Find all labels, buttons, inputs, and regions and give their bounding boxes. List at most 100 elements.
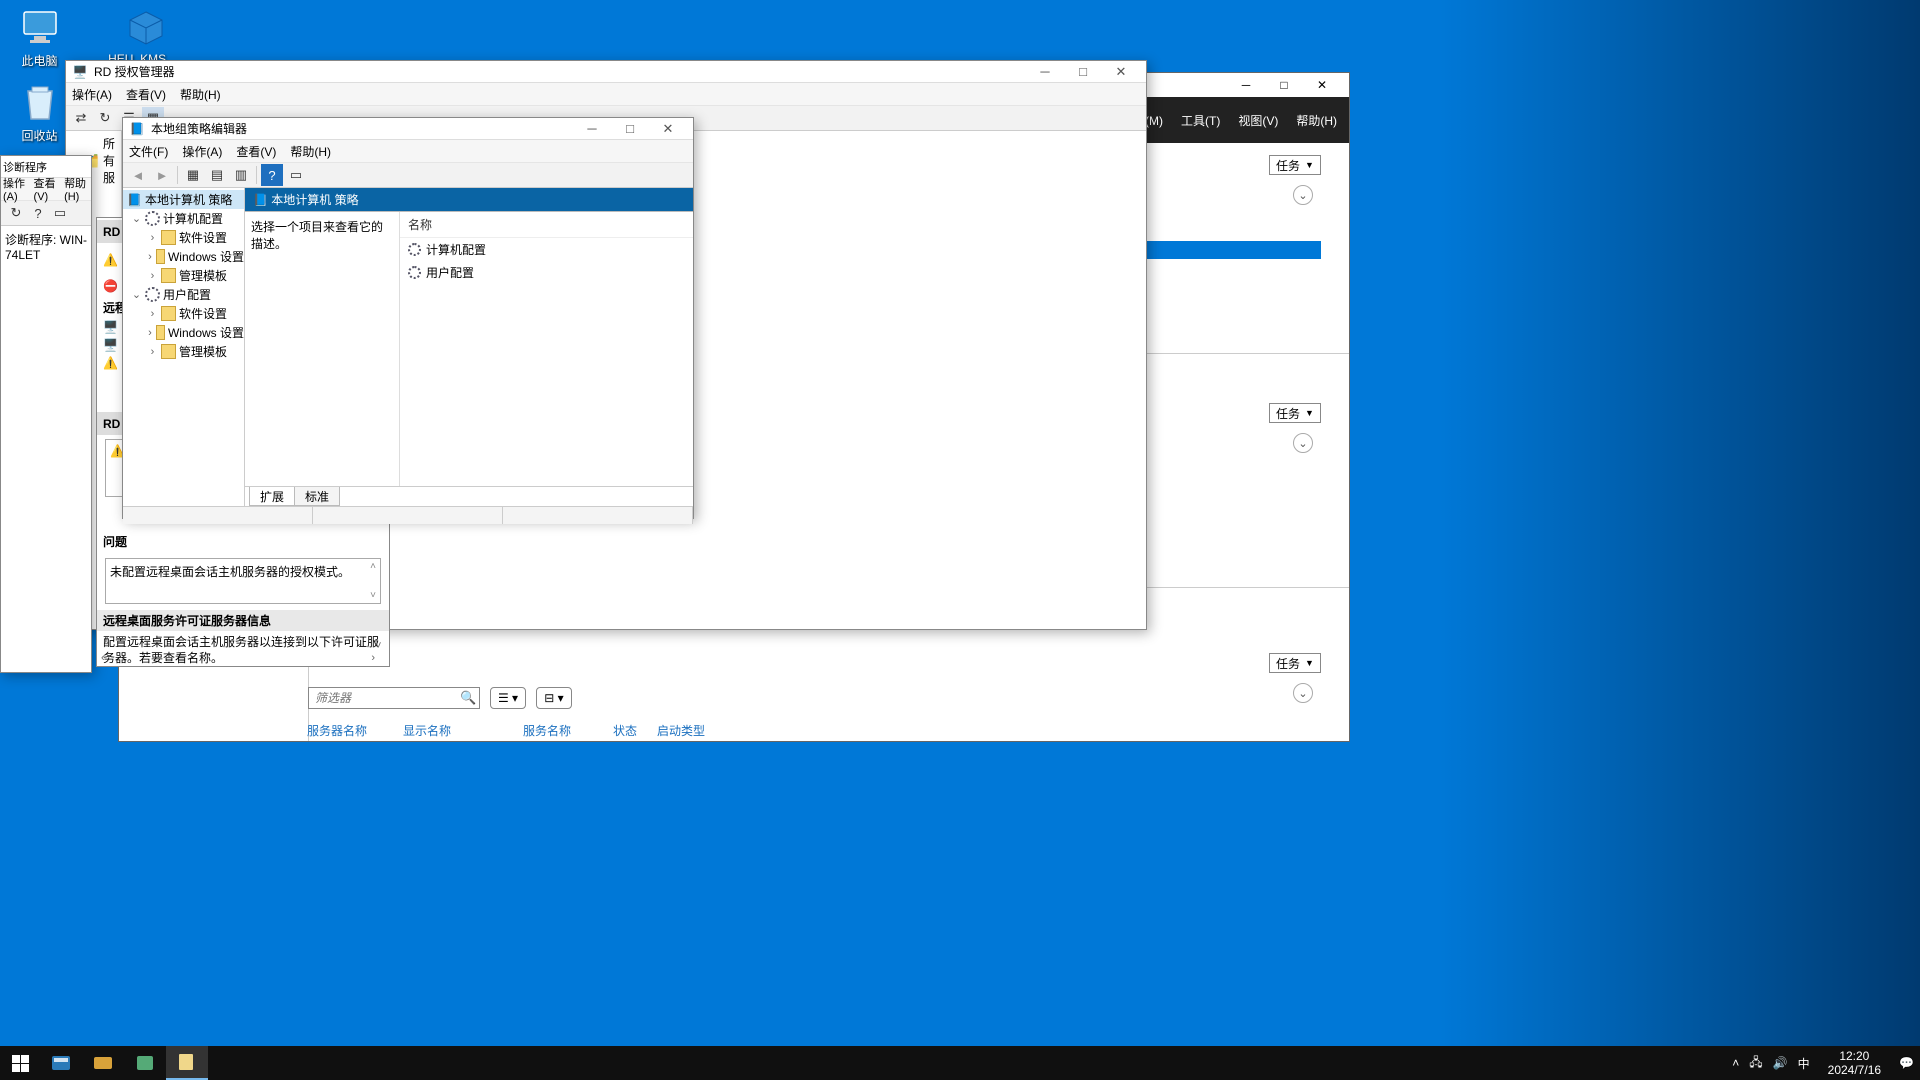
maximize-button[interactable]: □	[611, 118, 649, 140]
menu-help[interactable]: 帮助(H)	[64, 175, 89, 203]
filter-options-button[interactable]: ☰ ▾	[490, 687, 526, 709]
policy-tree[interactable]: 📘本地计算机 策略 ⌄计算机配置 ›软件设置 ›Windows 设置 ›管理模板…	[123, 188, 245, 506]
close-button[interactable]: ✕	[1102, 61, 1140, 83]
collapse-toggle[interactable]: ⌄	[1293, 185, 1313, 205]
minimize-button[interactable]: ─	[1026, 61, 1064, 83]
menu-view[interactable]: 查看(V)	[126, 86, 166, 103]
tool-window-icon[interactable]: ▭	[49, 202, 71, 224]
tool-properties-icon[interactable]: ▤	[206, 164, 228, 186]
tool-filter-icon[interactable]: ▭	[285, 164, 307, 186]
network-icon[interactable]: 🖧	[1749, 1053, 1762, 1074]
menu-help[interactable]: 帮助(H)	[180, 86, 221, 103]
expand-icon[interactable]: ›	[147, 327, 153, 339]
tree-software-settings[interactable]: ›软件设置	[123, 228, 244, 247]
collapse-toggle[interactable]: ⌄	[1293, 683, 1313, 703]
menu-view[interactable]: 查看(V)	[236, 143, 276, 160]
tree-root[interactable]: 📘本地计算机 策略	[123, 190, 244, 209]
tree-user-config[interactable]: ⌄用户配置	[123, 285, 244, 304]
menu-view[interactable]: 视图(V)	[1238, 112, 1278, 129]
tool-export-icon[interactable]: ▥	[230, 164, 252, 186]
tool-connect-icon[interactable]: ⇄	[70, 107, 92, 129]
collapse-toggle[interactable]: ⌄	[1293, 433, 1313, 453]
column-status[interactable]: 状态	[613, 722, 637, 739]
menu-action[interactable]: 操作(A)	[182, 143, 222, 160]
titlebar[interactable]: 🖥️ RD 授权管理器 ─ □ ✕	[66, 61, 1146, 83]
collapse-icon[interactable]: ⌄	[131, 288, 142, 301]
titlebar[interactable]: 📘 本地组策略编辑器 ─ □ ✕	[123, 118, 693, 140]
column-server-name[interactable]: 服务器名称	[307, 722, 367, 739]
column-display-name[interactable]: 显示名称	[403, 722, 451, 739]
menu-action[interactable]: 操作(A)	[72, 86, 112, 103]
server-icon: 🖥️	[103, 338, 118, 352]
taskbar-app-gpedit[interactable]	[166, 1046, 208, 1080]
minimize-button[interactable]: ─	[573, 118, 611, 140]
tree-windows-settings[interactable]: ›Windows 设置	[123, 323, 244, 342]
taskbar-app-diagnostic[interactable]	[124, 1046, 166, 1080]
menu-view[interactable]: 查看(V)	[34, 175, 59, 203]
taskbar-app-server-manager[interactable]	[40, 1046, 82, 1080]
tool-help-icon[interactable]: ?	[27, 202, 49, 224]
column-name[interactable]: 名称	[400, 212, 693, 238]
tab-standard[interactable]: 标准	[294, 487, 340, 506]
toolbar: ↻ ? ▭	[1, 200, 91, 226]
menubar: 文件(F) 操作(A) 查看(V) 帮助(H)	[123, 140, 693, 162]
desktop-icon-heu-kms[interactable]: HEU_KMS_...	[108, 8, 183, 66]
tree-computer-config[interactable]: ⌄计算机配置	[123, 209, 244, 228]
gear-icon	[408, 266, 421, 279]
gear-icon	[408, 243, 421, 256]
filter-input[interactable]	[308, 687, 480, 709]
menu-tools[interactable]: 工具(T)	[1181, 112, 1220, 129]
policy-icon: 📘	[253, 193, 268, 207]
maximize-button[interactable]: □	[1064, 61, 1102, 83]
start-button[interactable]	[0, 1046, 40, 1080]
maximize-button[interactable]: □	[1265, 74, 1303, 96]
tab-extended[interactable]: 扩展	[249, 487, 295, 506]
tree-admin-templates[interactable]: ›管理模板	[123, 266, 244, 285]
volume-icon[interactable]: 🔊	[1773, 1056, 1788, 1070]
ime-indicator[interactable]: 中	[1798, 1055, 1810, 1072]
column-service-name[interactable]: 服务名称	[523, 722, 571, 739]
forward-button[interactable]: ►	[151, 164, 173, 186]
items-list[interactable]: 名称 计算机配置 用户配置	[400, 212, 693, 486]
caret-down-icon: ▼	[1305, 160, 1314, 170]
expand-icon[interactable]: ›	[147, 251, 153, 263]
notifications-icon[interactable]: 💬	[1899, 1056, 1914, 1070]
tray-overflow-icon[interactable]: ˄	[1732, 1056, 1739, 1070]
help-icon[interactable]: ?	[261, 164, 283, 186]
column-start-type[interactable]: 启动类型	[657, 722, 705, 739]
filter-tag-button[interactable]: ⊟ ▾	[536, 687, 572, 709]
collapse-icon[interactable]: ⌄	[131, 212, 142, 225]
expand-icon[interactable]: ›	[147, 270, 158, 282]
expand-icon[interactable]: ›	[147, 308, 158, 320]
tree-software-settings[interactable]: ›软件设置	[123, 304, 244, 323]
menu-help[interactable]: 帮助(H)	[290, 143, 331, 160]
expand-icon[interactable]: ›	[147, 232, 158, 244]
tool-refresh-icon[interactable]: ↻	[5, 202, 27, 224]
list-item-computer-config[interactable]: 计算机配置	[400, 238, 693, 261]
list-item-user-config[interactable]: 用户配置	[400, 261, 693, 284]
tool-details-icon[interactable]: ▦	[182, 164, 204, 186]
back-button[interactable]: ◄	[127, 164, 149, 186]
tree-admin-templates[interactable]: ›管理模板	[123, 342, 244, 361]
tasks-dropdown[interactable]: 任务▼	[1269, 403, 1321, 423]
menu-file[interactable]: 文件(F)	[129, 143, 168, 160]
problem-text-box: 未配置远程桌面会话主机服务器的授权模式。 ˄ ˅	[105, 558, 381, 604]
tasks-dropdown[interactable]: 任务▼	[1269, 653, 1321, 673]
scroll-down-icon[interactable]: ˅	[375, 640, 387, 652]
menu-help[interactable]: 帮助(H)	[1296, 112, 1337, 129]
taskbar-app-rd-license[interactable]	[82, 1046, 124, 1080]
folder-icon	[161, 230, 176, 245]
scroll-right-icon[interactable]: ›	[371, 652, 375, 664]
taskbar-clock[interactable]: 12:20 2024/7/16	[1820, 1049, 1889, 1078]
menu-action[interactable]: 操作(A)	[3, 175, 28, 203]
tasks-dropdown[interactable]: 任务▼	[1269, 155, 1321, 175]
expand-icon[interactable]: ›	[147, 346, 158, 358]
search-icon[interactable]: 🔍	[460, 690, 476, 706]
scroll-left-icon[interactable]: ‹	[101, 652, 105, 664]
close-button[interactable]: ✕	[1303, 74, 1341, 96]
tool-refresh-icon[interactable]: ↻	[94, 107, 116, 129]
diagnostic-window: 诊断程序 操作(A) 查看(V) 帮助(H) ↻ ? ▭ 诊断程序: WIN-7…	[0, 155, 92, 673]
close-button[interactable]: ✕	[649, 118, 687, 140]
minimize-button[interactable]: ─	[1227, 74, 1265, 96]
tree-windows-settings[interactable]: ›Windows 设置	[123, 247, 244, 266]
